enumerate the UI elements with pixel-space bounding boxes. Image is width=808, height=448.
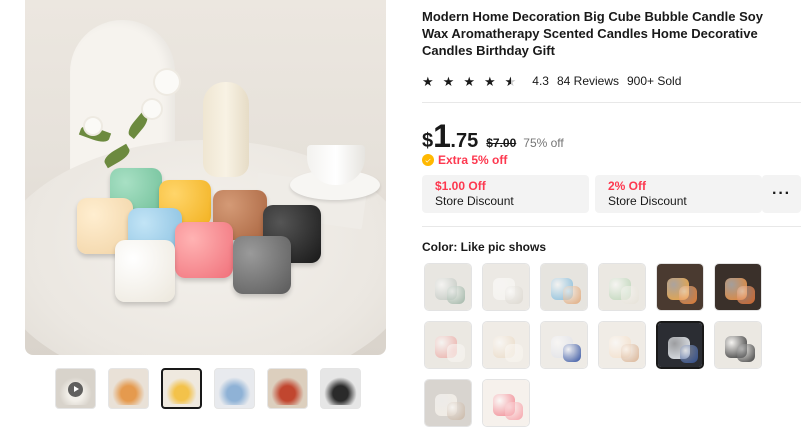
flower (85, 118, 101, 134)
color-swatch[interactable] (598, 263, 646, 311)
star-half-icon: ★ (505, 75, 517, 88)
bust-candle (203, 82, 249, 177)
coupon-label: Store Discount (608, 194, 687, 208)
color-swatch[interactable] (540, 321, 588, 369)
color-swatch[interactable] (714, 263, 762, 311)
color-swatch[interactable] (482, 379, 530, 427)
product-title: Modern Home Decoration Big Cube Bubble C… (422, 9, 763, 58)
swatch-candle (621, 286, 639, 304)
coupon-amount: $1.00 Off (435, 179, 486, 193)
thumbnail-image (112, 372, 145, 405)
swatch-candle (505, 286, 523, 304)
swatch-candle (621, 344, 639, 362)
thumbnail-image (166, 373, 197, 404)
original-price: $7.00 (486, 136, 517, 150)
color-swatch[interactable] (598, 321, 646, 369)
coin-icon (422, 154, 434, 166)
star-icon: ★ (422, 73, 434, 89)
swatch-candle (737, 286, 755, 304)
swatch-candle (505, 344, 523, 362)
color-label: Color: Like pic shows (422, 240, 547, 254)
flower (143, 100, 161, 118)
color-swatch[interactable] (424, 263, 472, 311)
product-thumbnail[interactable] (108, 368, 149, 409)
thumbnail-image (218, 372, 251, 405)
color-swatch[interactable] (540, 263, 588, 311)
main-product-image[interactable] (25, 0, 386, 355)
coupon-label: Store Discount (435, 194, 514, 208)
color-swatch[interactable] (656, 263, 704, 311)
product-info: Modern Home Decoration Big Cube Bubble C… (422, 8, 802, 89)
flower (155, 70, 179, 94)
coupon-amount: 2% Off (608, 179, 647, 193)
star-icon: ★ (463, 73, 475, 89)
thumbnail-image (271, 372, 304, 405)
swatch-candle (680, 345, 698, 363)
product-thumbnail[interactable] (320, 368, 361, 409)
product-thumbnail[interactable] (267, 368, 308, 409)
color-swatch[interactable] (424, 379, 472, 427)
coupon-list: $1.00 Off Store Discount 2% Off Store Di… (422, 175, 762, 213)
cube-candle-grey (233, 236, 291, 294)
product-thumbnail[interactable] (55, 368, 96, 409)
swatch-candle (563, 286, 581, 304)
swatch-candle (563, 344, 581, 362)
price: $ 1 .75 $7.00 75% off (422, 118, 564, 155)
price-integer: 1 (433, 118, 451, 154)
more-coupons-button[interactable]: ··· (762, 175, 801, 213)
star-icon: ★ (442, 73, 455, 89)
price-currency: $ (422, 130, 434, 152)
thumbnail-strip (55, 368, 361, 409)
swatch-candle (737, 344, 755, 362)
sold-count: 900+ Sold (627, 74, 682, 88)
divider (422, 102, 801, 103)
rating-stars[interactable]: ★ ★ ★ ★ ★ (422, 75, 524, 88)
star-icon: ★ (483, 73, 496, 89)
price-decimal: .75 (450, 130, 479, 152)
thumbnail-image (324, 372, 357, 405)
divider (422, 226, 801, 227)
coupon-store-discount[interactable]: 2% Off Store Discount (595, 175, 762, 213)
cube-candle-pink (175, 222, 233, 278)
more-icon: ··· (772, 185, 791, 202)
reviews-link[interactable]: 84 Reviews (557, 74, 619, 88)
cube-candle-white (115, 240, 175, 302)
extra-discount-label: Extra 5% off (438, 153, 508, 167)
discount-percent: 75% off (523, 136, 564, 150)
color-swatch[interactable] (424, 321, 472, 369)
color-swatches (424, 263, 774, 427)
coupon-store-discount[interactable]: $1.00 Off Store Discount (422, 175, 589, 213)
color-swatch[interactable] (482, 321, 530, 369)
play-icon (68, 382, 83, 397)
swatch-candle (679, 286, 697, 304)
product-thumbnail[interactable] (214, 368, 255, 409)
rating-row: ★ ★ ★ ★ ★ 4.3 84 Reviews 900+ Sold (422, 73, 802, 89)
extra-discount: Extra 5% off (422, 153, 507, 167)
swatch-candle (447, 344, 465, 362)
swatch-candle (447, 286, 465, 304)
rating-value: 4.3 (532, 74, 549, 88)
swatch-candle (447, 402, 465, 420)
color-swatch[interactable] (656, 321, 704, 369)
color-swatch[interactable] (714, 321, 762, 369)
color-swatch[interactable] (482, 263, 530, 311)
product-thumbnail[interactable] (161, 368, 202, 409)
swatch-candle (505, 402, 523, 420)
